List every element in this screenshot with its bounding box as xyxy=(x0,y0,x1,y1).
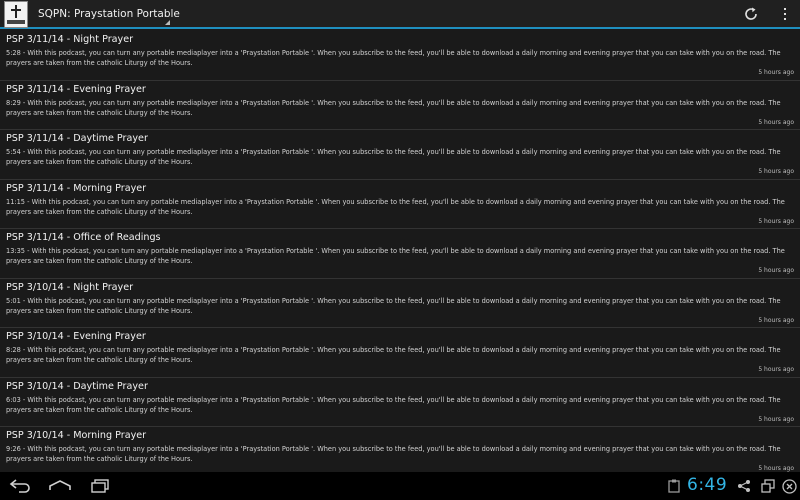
episode-description: 6:03 - With this podcast, you can turn a… xyxy=(6,395,781,414)
back-icon xyxy=(9,479,30,493)
episode-item[interactable]: PSP 3/10/14 - Daytime Prayer 6:03 - With… xyxy=(0,378,800,427)
overflow-menu-button[interactable] xyxy=(775,4,795,24)
episode-description: 8:29 - With this podcast, you can turn a… xyxy=(6,98,781,117)
episode-time: 5 hours ago xyxy=(758,69,794,76)
episode-item[interactable]: PSP 3/11/14 - Daytime Prayer 5:54 - With… xyxy=(0,130,800,180)
episode-description: 11:15 - With this podcast, you can turn … xyxy=(6,197,785,216)
episode-time: 5 hours ago xyxy=(758,415,794,423)
episode-time: 5 hours ago xyxy=(758,366,794,373)
feed-title-spinner[interactable]: SQPN: Praystation Portable xyxy=(38,8,180,20)
episode-title: PSP 3/10/14 - Evening Prayer xyxy=(6,331,146,342)
episode-description: 5:01 - With this podcast, you can turn a… xyxy=(6,296,781,315)
episode-item[interactable]: PSP 3/10/14 - Night Prayer 5:01 - With t… xyxy=(0,279,800,328)
episode-description: 8:28 - With this podcast, you can turn a… xyxy=(6,346,781,364)
episode-title: PSP 3/11/14 - Night Prayer xyxy=(6,34,134,45)
action-bar: SQPN: Praystation Portable xyxy=(0,0,800,29)
recent-apps-button[interactable] xyxy=(89,476,111,496)
episode-title: PSP 3/11/14 - Morning Prayer xyxy=(6,182,147,194)
refresh-button[interactable] xyxy=(741,4,761,24)
clipboard-icon xyxy=(666,478,682,494)
recent-apps-icon xyxy=(91,479,109,493)
overflow-menu-icon xyxy=(784,8,786,20)
episode-time: 5 hours ago xyxy=(758,267,794,274)
episode-item[interactable]: PSP 3/10/14 - Morning Prayer 9:26 - With… xyxy=(0,427,800,472)
episode-title: PSP 3/11/14 - Daytime Prayer xyxy=(6,133,148,144)
status-clock: 6:49 xyxy=(687,475,728,495)
spinner-caret-icon xyxy=(165,20,170,25)
episode-item[interactable]: PSP 3/11/14 - Evening Prayer 8:29 - With… xyxy=(0,81,800,130)
episode-time: 5 hours ago xyxy=(758,465,794,472)
episode-title: PSP 3/11/14 - Evening Prayer xyxy=(6,83,146,95)
episode-item[interactable]: PSP 3/11/14 - Morning Prayer 11:15 - Wit… xyxy=(0,180,800,229)
episode-title: PSP 3/11/14 - Office of Readings xyxy=(6,232,161,243)
home-icon xyxy=(49,480,71,490)
episode-description: 13:35 - With this podcast, you can turn … xyxy=(6,247,785,265)
episode-list[interactable]: PSP 3/11/14 - Night Prayer 5:28 - With t… xyxy=(0,31,800,472)
episode-time: 5 hours ago xyxy=(758,217,794,225)
refresh-icon xyxy=(745,7,757,20)
episode-description: 5:28 - With this podcast, you can turn a… xyxy=(6,49,781,67)
system-bar: 6:49 xyxy=(0,472,800,500)
back-button[interactable] xyxy=(8,476,34,496)
episode-time: 5 hours ago xyxy=(758,316,794,324)
episode-title: PSP 3/10/14 - Daytime Prayer xyxy=(6,380,148,392)
podcast-cover-icon[interactable] xyxy=(4,1,28,28)
home-button[interactable] xyxy=(47,476,73,496)
episode-item[interactable]: PSP 3/11/14 - Office of Readings 13:35 -… xyxy=(0,229,800,279)
share-icon xyxy=(736,478,752,494)
episode-item[interactable]: PSP 3/10/14 - Evening Prayer 8:28 - With… xyxy=(0,328,800,378)
episode-item[interactable]: PSP 3/11/14 - Night Prayer 5:28 - With t… xyxy=(0,31,800,81)
episode-description: 9:26 - With this podcast, you can turn a… xyxy=(6,445,781,463)
screen-mirror-icon xyxy=(760,478,776,494)
episode-time: 5 hours ago xyxy=(758,168,794,175)
close-icon[interactable] xyxy=(781,478,797,494)
episode-description: 5:54 - With this podcast, you can turn a… xyxy=(6,148,781,166)
episode-time: 5 hours ago xyxy=(758,118,794,126)
episode-title: PSP 3/10/14 - Night Prayer xyxy=(6,281,134,293)
episode-title: PSP 3/10/14 - Morning Prayer xyxy=(6,430,147,441)
